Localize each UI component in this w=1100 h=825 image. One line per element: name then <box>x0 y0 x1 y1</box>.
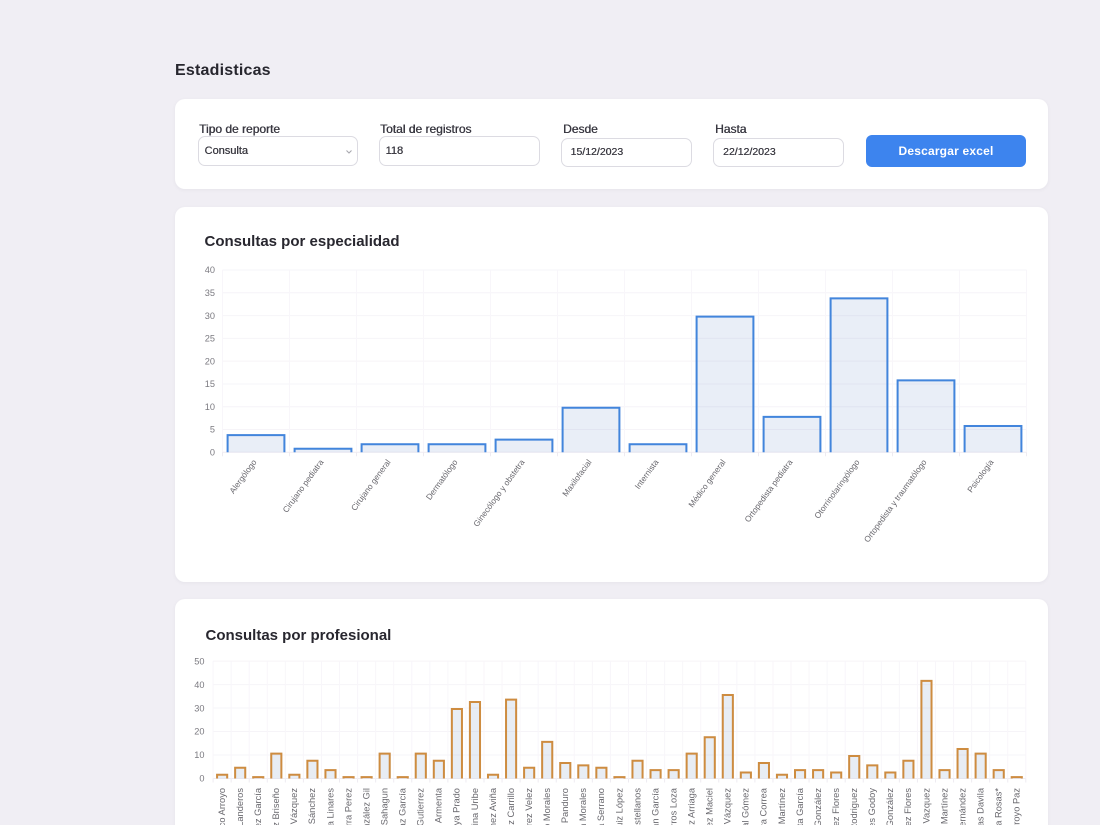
svg-text:Ochoa Rosas*: Ochoa Rosas* <box>994 787 1004 825</box>
svg-text:5: 5 <box>210 425 215 435</box>
svg-text:Guzmán García: Guzmán García <box>650 787 660 825</box>
svg-text:Mora Armenta: Mora Armenta <box>434 787 444 825</box>
svg-text:Gómez Flores: Gómez Flores <box>903 787 913 825</box>
svg-text:Francisco Arroyo: Francisco Arroyo <box>217 788 227 825</box>
svg-text:Médico general: Médico general <box>686 457 728 509</box>
svg-text:Lara González: Lara González <box>813 787 823 825</box>
svg-text:López Briseño: López Briseño <box>271 788 281 825</box>
svg-text:Rios Sahagun: Rios Sahagun <box>379 788 389 825</box>
svg-text:50: 50 <box>194 656 204 666</box>
svg-text:10: 10 <box>205 402 215 412</box>
svg-text:Ginecólogo y obstetra: Ginecólogo y obstetra <box>471 457 527 528</box>
svg-text:Ortopedista pediatra: Ortopedista pediatra <box>742 457 795 524</box>
svg-text:Rivera Correa: Rivera Correa <box>759 787 769 825</box>
svg-text:20: 20 <box>205 356 215 366</box>
svg-text:Medina Uribe: Medina Uribe <box>470 788 480 825</box>
svg-text:Ortopedista y traumatólogo: Ortopedista y traumatólogo <box>862 457 929 544</box>
svg-text:Gómez Arriaga: Gómez Arriaga <box>686 787 696 825</box>
svg-text:León Morales: León Morales <box>578 787 588 825</box>
svg-text:30: 30 <box>194 703 204 713</box>
svg-text:Cirujano pediatra: Cirujano pediatra <box>280 457 325 514</box>
svg-text:25: 25 <box>205 334 215 344</box>
svg-text:Vidal Gómez: Vidal Gómez <box>741 787 751 825</box>
svg-text:Hernández: Hernández <box>957 787 967 825</box>
svg-text:Ruiz Panduro: Ruiz Panduro <box>560 788 570 825</box>
svg-text:Peralta García: Peralta García <box>795 787 805 825</box>
svg-text:Gil Martínez: Gil Martínez <box>777 787 787 825</box>
svg-text:Cruz Carrillo: Cruz Carrillo <box>506 788 516 825</box>
svg-text:Soto Vázquez: Soto Vázquez <box>289 787 299 825</box>
svg-text:Alergólogo: Alergólogo <box>227 457 259 495</box>
svg-text:Arroyo Paz: Arroyo Paz <box>1012 787 1022 825</box>
svg-text:Maxilofacial: Maxilofacial <box>560 457 594 498</box>
svg-text:0: 0 <box>210 448 215 458</box>
svg-text:Otorrinolaringólogo: Otorrinolaringólogo <box>812 457 862 520</box>
svg-text:Rojas Davila: Rojas Davila <box>975 787 985 825</box>
svg-text:Ramírez Maciel: Ramírez Maciel <box>705 788 715 825</box>
svg-text:15: 15 <box>205 379 215 389</box>
svg-text:Chávez Flores: Chávez Flores <box>831 787 841 825</box>
svg-text:Internista: Internista <box>632 457 660 491</box>
svg-text:40: 40 <box>205 265 215 275</box>
svg-text:Maria Landeros: Maria Landeros <box>235 787 245 825</box>
svg-text:Gil Martínez: Gil Martínez <box>939 787 949 825</box>
svg-text:Juárez García: Juárez García <box>253 787 263 825</box>
svg-text:40: 40 <box>194 679 204 689</box>
svg-text:Barros Loza: Barros Loza <box>668 787 678 825</box>
svg-text:35: 35 <box>205 288 215 298</box>
svg-text:Pérez González: Pérez González <box>885 787 895 825</box>
svg-text:Cirujano general: Cirujano general <box>349 457 393 512</box>
svg-text:Luna Sánchez: Luna Sánchez <box>307 787 317 825</box>
svg-text:0: 0 <box>199 773 204 783</box>
svg-text:Psicología: Psicología <box>965 457 996 494</box>
svg-text:Torres Godoy: Torres Godoy <box>867 787 877 825</box>
svg-text:Ibarra Perez: Ibarra Perez <box>343 787 353 825</box>
svg-text:González Gil: González Gil <box>361 788 371 825</box>
svg-text:Pérez Velez: Pérez Velez <box>524 787 534 825</box>
svg-text:10: 10 <box>194 750 204 760</box>
svg-text:Romero Morales: Romero Morales <box>542 787 552 825</box>
svg-text:20: 20 <box>194 726 204 736</box>
svg-text:Díaz García: Díaz García <box>398 787 408 825</box>
svg-text:30: 30 <box>205 311 215 321</box>
svg-text:Ortiz Vazquez: Ortiz Vazquez <box>921 787 931 825</box>
svg-text:Mejía Serrano: Mejía Serrano <box>596 788 606 825</box>
svg-text:Rodriguez: Rodriguez <box>849 787 859 825</box>
svg-text:Luna Vázquez: Luna Vázquez <box>723 787 733 825</box>
svg-text:Castellanos: Castellanos <box>632 787 642 825</box>
svg-text:Vega Gutierrez: Vega Gutierrez <box>416 787 426 825</box>
svg-text:Gómez Aviña: Gómez Aviña <box>488 787 498 825</box>
svg-text:Urbina Linares: Urbina Linares <box>325 787 335 825</box>
svg-text:Ruiz López: Ruiz López <box>614 787 624 825</box>
svg-text:Anaya Prado: Anaya Prado <box>452 788 462 825</box>
svg-text:Dermatólogo: Dermatólogo <box>424 457 460 502</box>
